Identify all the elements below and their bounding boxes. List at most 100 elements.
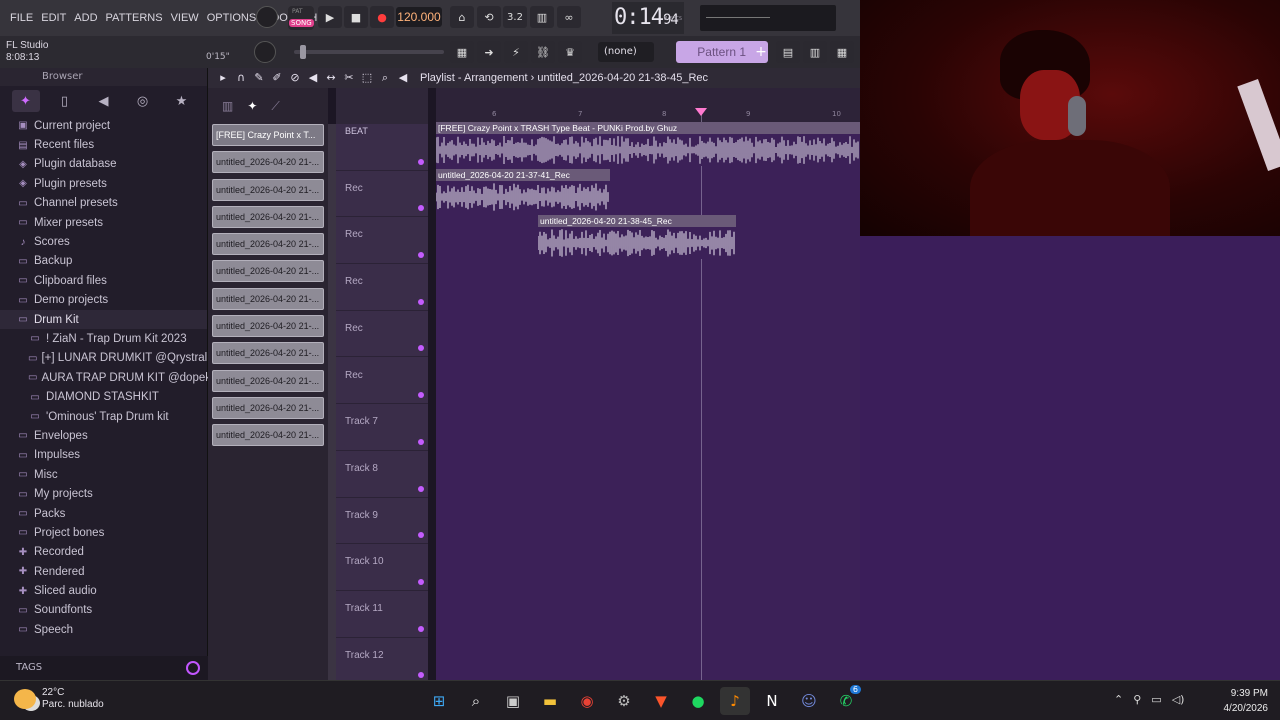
menu-options[interactable]: OPTIONS [203,12,261,24]
playlist-icon[interactable]: ▤ [776,41,800,63]
track-header[interactable]: Rec [336,264,428,311]
browser-item[interactable]: ◈ Plugin database [0,155,207,174]
playhead-marker[interactable] [695,108,707,116]
link-icon[interactable]: ⛓ [531,41,555,63]
browser-item[interactable]: ▭ Channel presets [0,194,207,213]
song-position-clock[interactable]: 0:1494 M:S:CS [612,2,684,34]
clip-source-item[interactable]: untitled_2026-04-20 21-... [212,287,324,310]
menu-arrow-icon[interactable]: ▸ [216,71,230,85]
audio-list-icon[interactable]: ✦ [247,99,257,113]
track-led-icon[interactable] [418,205,424,212]
search-icon[interactable] [186,661,200,675]
browser-item[interactable]: ✚ Rendered [0,562,207,581]
weather-widget[interactable]: 22°C Parc. nublado [14,687,104,711]
browser-item[interactable]: ▭ Envelopes [0,426,207,445]
chrome-icon[interactable]: ◉ [572,687,602,715]
track-header[interactable]: Track 11 [336,591,428,638]
track-led-icon[interactable] [418,392,424,399]
record-button[interactable]: ● [370,6,394,28]
hat-icon[interactable]: ♛ [558,41,582,63]
menu-add[interactable]: ADD [70,12,101,24]
master-volume-knob[interactable] [254,41,276,63]
track-header[interactable]: BEAT [336,124,428,171]
browser-item[interactable]: ▭ Impulses [0,446,207,465]
menu-file[interactable]: FILE [6,12,37,24]
discord-icon[interactable]: ☺ [794,687,824,715]
magnet-icon[interactable]: ∩ [234,71,248,85]
loop-record-icon[interactable]: ∞ [557,6,581,28]
stop-button[interactable]: ■ [344,6,368,28]
speaker-tab-icon[interactable]: ◀ [90,90,118,112]
browser-item[interactable]: ✚ Sliced audio [0,581,207,600]
menu-edit[interactable]: EDIT [37,12,70,24]
tempo-display[interactable]: 120.000 [396,7,442,27]
browser-item[interactable]: ◈ Plugin presets [0,174,207,193]
task-view-icon[interactable]: ▣ [498,687,528,715]
track-led-icon[interactable] [418,298,424,305]
track-header[interactable]: Track 9 [336,498,428,545]
clip-source-item[interactable]: [FREE] Crazy Point x T... [212,124,324,146]
volume-icon[interactable]: ◁) [1172,693,1185,706]
snap-icon[interactable]: 3.2 [503,6,527,28]
track-header[interactable]: Track 7 [336,404,428,451]
browser-item[interactable]: ▭ AURA TRAP DRUM KIT @dopekit [0,368,217,387]
browser-item[interactable]: ▭ Mixer presets [0,213,207,232]
mute-icon[interactable]: ◀ [306,71,320,85]
browser-item[interactable]: ▭ DIAMOND STASHKIT [0,387,207,406]
track-led-icon[interactable] [418,672,424,679]
timeline-ruler[interactable]: 6 7 8 9 10 [436,88,860,124]
track-header[interactable]: Rec [336,171,428,218]
automation-list-icon[interactable]: ⟋ [271,99,279,114]
channel-selector[interactable]: (none) [598,42,654,62]
browser-item[interactable]: ▭ 'Ominous' Trap Drum kit [0,407,207,426]
browser-item[interactable]: ▭ [+] LUNAR DRUMKIT @Qrystral [0,349,207,368]
clip-source-item[interactable]: untitled_2026-04-20 21-... [212,178,324,201]
search-icon[interactable]: ⌕ [461,687,491,715]
select-icon[interactable]: ⬚ [360,71,374,85]
spotify-icon[interactable]: ● [683,687,713,715]
play-button[interactable]: ▶ [318,6,342,28]
pattern-list-icon[interactable]: ▥ [222,99,233,113]
add-pattern-button[interactable]: + [754,41,768,63]
files-tab-icon[interactable]: ▯ [51,90,79,112]
piano-roll-icon[interactable]: ▦ [450,41,474,63]
track-led-icon[interactable] [418,532,424,539]
slip-icon[interactable]: ↔ [324,71,338,85]
track-header[interactable]: Rec [336,217,428,265]
track-header[interactable]: Track 12 [336,638,428,685]
browser-item[interactable]: ✚ Recorded [0,543,207,562]
notion-icon[interactable]: N [757,687,787,715]
track-led-icon[interactable] [418,252,424,259]
plugin-tab-icon[interactable]: ◎ [129,90,157,112]
track-header[interactable]: Rec [336,311,428,358]
browser-item[interactable]: ▭ Drum Kit [0,309,207,330]
brave-icon[interactable]: ▼ [646,687,676,715]
browser-item[interactable]: ▭ My projects [0,484,207,503]
wait-for-input-icon[interactable]: ⟲ [477,6,501,28]
menu-view[interactable]: VIEW [167,12,203,24]
playback-icon[interactable]: ◀ [396,71,410,85]
favorites-tab-icon[interactable]: ★ [168,90,196,112]
browser-item[interactable]: ▭ Soundfonts [0,601,207,620]
chevron-up-icon[interactable]: ⌃ [1114,693,1123,706]
fl-studio-icon[interactable]: ♪ [720,687,750,715]
track-header[interactable]: Track 10 [336,544,428,591]
browser-item[interactable]: ▭ Demo projects [0,291,207,310]
song-mode-toggle[interactable]: PAT SONG [288,6,314,30]
picker-scrollbar[interactable] [328,124,336,680]
microphone-icon[interactable]: ⚲ [1133,693,1141,706]
gear-app-icon[interactable]: ⚙ [609,687,639,715]
clip-source-item[interactable]: untitled_2026-04-20 21-... [212,342,324,365]
pattern-song-knob[interactable] [256,6,278,28]
metronome-icon[interactable]: ⌂ [450,6,474,28]
clip-source-item[interactable]: untitled_2026-04-20 21-... [212,424,324,447]
browser-item[interactable]: ▤ Recent files [0,135,207,154]
channel-rack-icon[interactable]: ▦ [830,41,854,63]
paint-icon[interactable]: ✐ [270,71,284,85]
master-pitch-slider[interactable] [294,45,444,59]
track-led-icon[interactable] [418,625,424,632]
audio-clip[interactable]: [FREE] Crazy Point x TRASH Type Beat - P… [436,122,860,166]
clip-source-item[interactable]: untitled_2026-04-20 21-... [212,260,324,283]
clip-source-item[interactable]: untitled_2026-04-20 21-... [212,205,324,228]
menu-patterns[interactable]: PATTERNS [102,12,167,24]
